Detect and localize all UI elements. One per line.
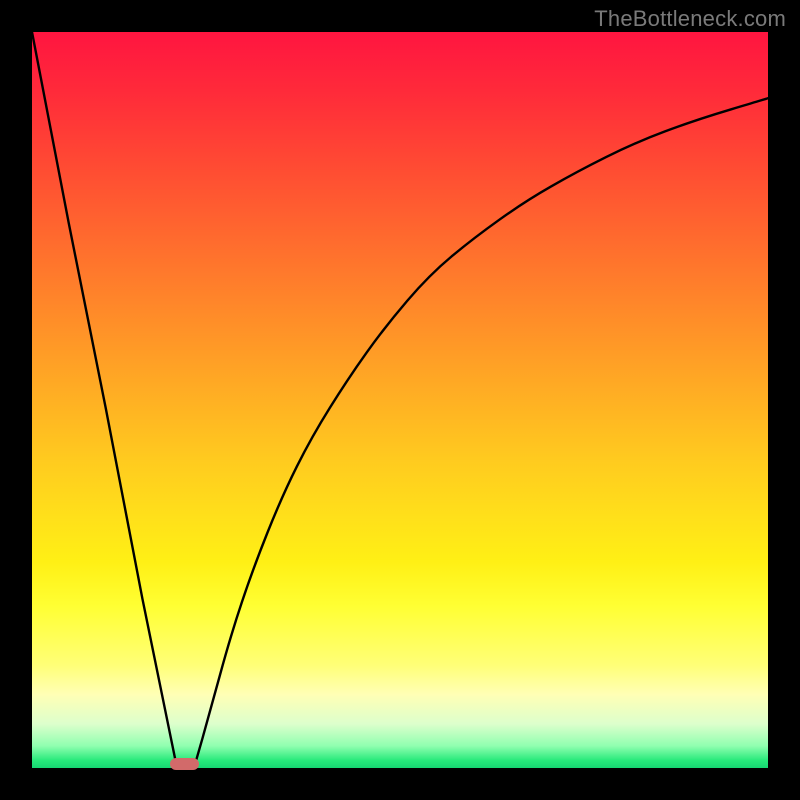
curve-layer — [32, 32, 768, 768]
plot-area — [32, 32, 768, 768]
optimum-marker — [170, 758, 199, 770]
bottleneck-curve — [32, 32, 768, 768]
chart-frame: TheBottleneck.com — [0, 0, 800, 800]
watermark-text: TheBottleneck.com — [594, 6, 786, 32]
